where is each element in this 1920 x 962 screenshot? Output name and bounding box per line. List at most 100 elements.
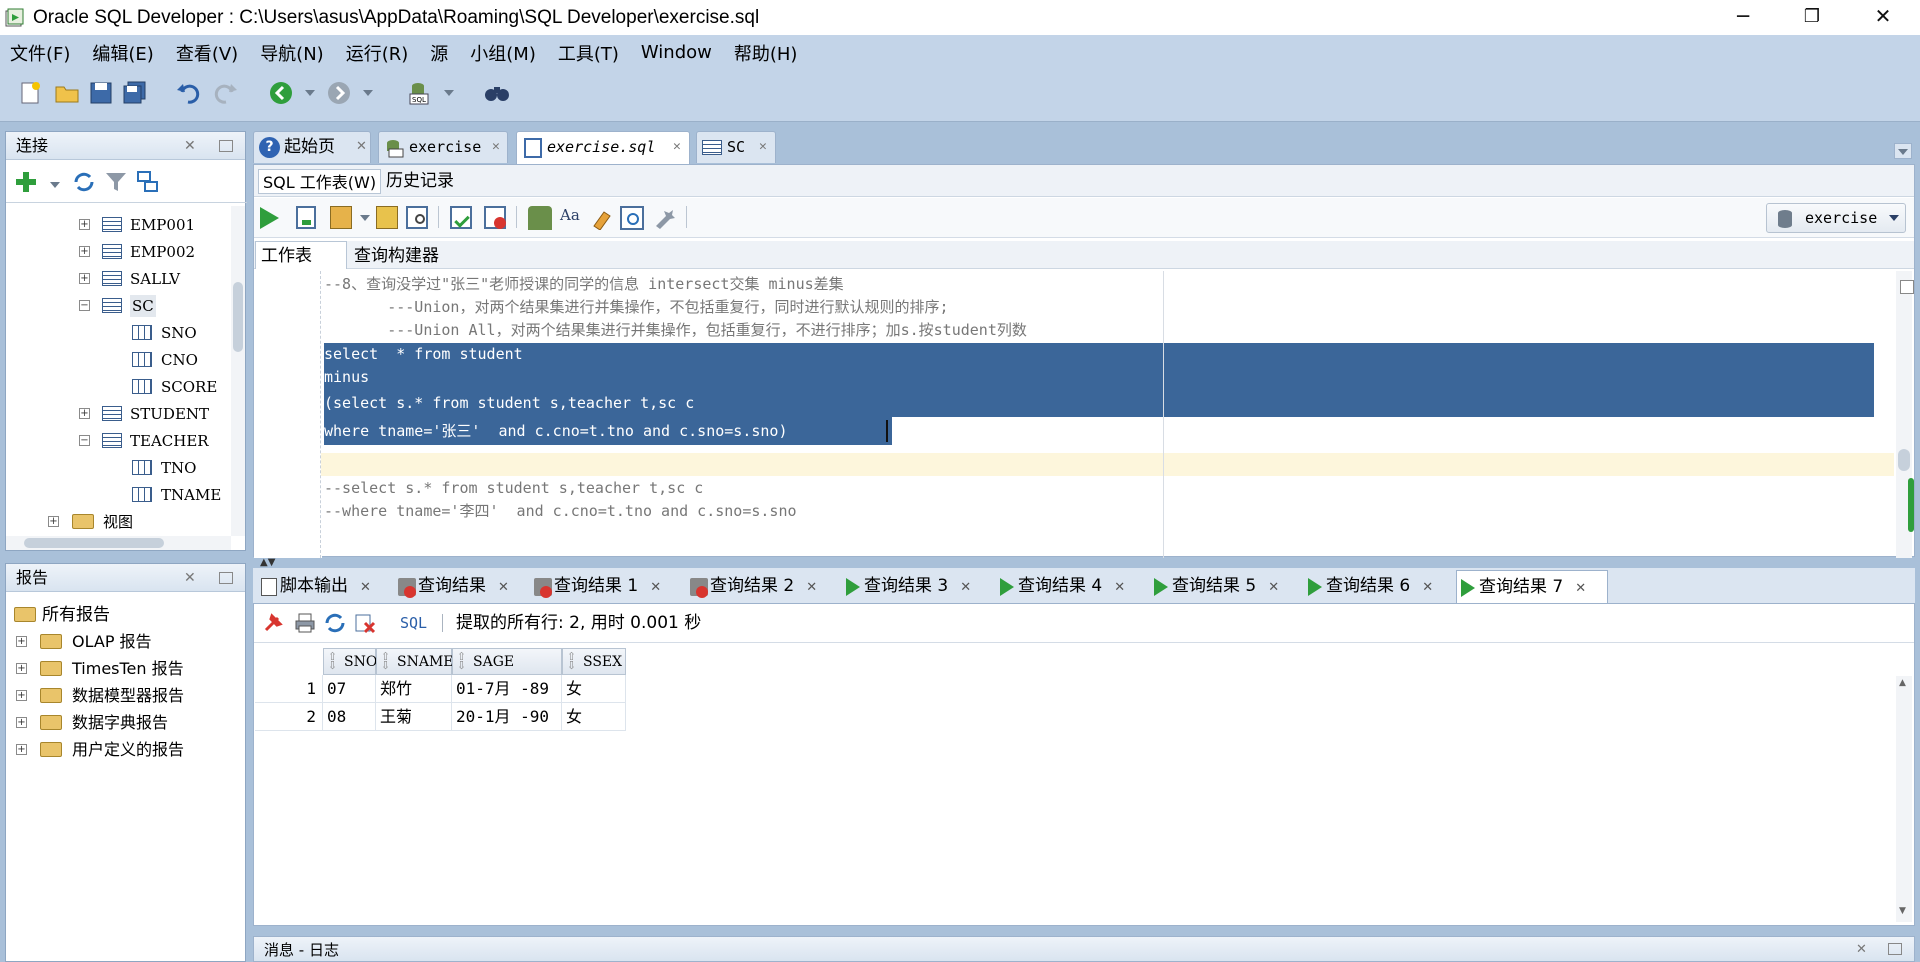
close-button[interactable]: ✕ (1852, 0, 1914, 35)
report-root[interactable]: 所有报告 (6, 604, 245, 626)
tree-node-emp002[interactable]: + EMP002 (6, 241, 230, 263)
sql-link[interactable]: SQL (400, 612, 427, 634)
report-olap[interactable]: + OLAP 报告 (6, 631, 245, 653)
tab-worksheet[interactable]: 工作表 (255, 241, 347, 269)
tree-node-views[interactable]: + 视图 (6, 511, 230, 533)
tree-node-sc-sno[interactable]: SNO (6, 322, 230, 344)
cell-sno[interactable]: 07 (323, 675, 376, 703)
menu-help[interactable]: 帮助(H) (734, 40, 798, 66)
close-tab-icon[interactable]: ✕ (806, 580, 817, 595)
sql-history-icon[interactable] (620, 206, 644, 230)
tree-node-emp001[interactable]: + EMP001 (6, 214, 230, 236)
tree-node-sallv[interactable]: + SALLV (6, 268, 230, 290)
commit-icon[interactable] (450, 206, 472, 229)
report-data-modeler[interactable]: + 数据模型器报告 (6, 685, 245, 707)
manage-tools-icon[interactable] (652, 206, 676, 230)
tree-scroll-thumb[interactable] (233, 282, 243, 352)
pin-icon[interactable] (262, 612, 284, 634)
close-tab-icon[interactable]: ✕ (650, 580, 661, 595)
tab-query-result-4[interactable]: 查询结果 4 ✕ (996, 570, 1125, 603)
connections-minimize-icon[interactable] (219, 140, 233, 152)
close-tab-icon[interactable]: ✕ (1422, 580, 1433, 595)
close-tab-icon[interactable]: ✕ (1114, 580, 1125, 595)
menu-file[interactable]: 文件(F) (10, 40, 70, 66)
tree-horizontal-scrollbar[interactable] (6, 536, 231, 550)
clear-icon[interactable] (590, 206, 614, 231)
tree-node-teacher-tname[interactable]: TNAME (6, 484, 230, 506)
back-icon[interactable] (268, 80, 294, 106)
cell-sage[interactable]: 20-1月 -90 (452, 703, 562, 731)
open-folder-icon[interactable] (54, 80, 80, 106)
tab-query-result-3[interactable]: 查询结果 3 ✕ (842, 570, 971, 603)
menu-run[interactable]: 运行(R) (346, 40, 409, 66)
tab-query-result-2[interactable]: 查询结果 2 ✕ (688, 570, 817, 603)
close-tab-icon[interactable]: ✕ (498, 580, 509, 595)
monitor-sql-icon[interactable] (528, 206, 552, 230)
cancel-query-icon[interactable] (354, 612, 376, 634)
reports-close-icon[interactable]: ✕ (184, 564, 196, 592)
back-dropdown-icon[interactable] (305, 90, 315, 96)
menu-window[interactable]: Window (641, 42, 712, 63)
tab-query-result-6[interactable]: 查询结果 6 ✕ (1304, 570, 1433, 603)
save-icon[interactable] (88, 80, 114, 106)
tab-query-result-7[interactable]: 查询结果 7 ✕ (1456, 570, 1608, 603)
results-vertical-scrollbar[interactable]: ▲ ▼ (1896, 676, 1912, 922)
tab-sc[interactable]: SC ✕ (696, 131, 776, 163)
minimize-button[interactable]: ─ (1712, 0, 1774, 35)
tab-query-builder[interactable]: 查询构建器 (354, 241, 439, 269)
new-file-icon[interactable] (18, 80, 44, 106)
menu-view[interactable]: 查看(V) (176, 40, 238, 66)
refresh-results-icon[interactable] (324, 612, 346, 634)
report-data-dictionary[interactable]: + 数据字典报告 (6, 712, 245, 734)
tab-query-result-5[interactable]: 查询结果 5 ✕ (1150, 570, 1279, 603)
print-icon[interactable] (294, 612, 316, 634)
table-row[interactable]: 2 08 王菊 20-1月 -90 女 (255, 703, 1895, 731)
tab-start-page[interactable]: ? 起始页 ✕ (253, 131, 371, 163)
save-all-icon[interactable] (122, 80, 148, 106)
menu-source[interactable]: 源 (430, 40, 448, 66)
editor-scroll-thumb[interactable] (1898, 449, 1910, 471)
tab-list-dropdown[interactable] (1894, 143, 1912, 159)
close-tab-icon[interactable]: ✕ (1575, 581, 1586, 596)
report-user-defined[interactable]: + 用户定义的报告 (6, 739, 245, 761)
column-header-sname[interactable]: ⇧ ⇩ SNAME (376, 648, 454, 675)
autotrace-icon[interactable] (330, 206, 352, 229)
connections-close-icon[interactable]: ✕ (184, 132, 196, 160)
rollback-icon[interactable] (484, 206, 506, 229)
sql-worksheet-icon[interactable]: SQL (406, 80, 432, 106)
table-row[interactable]: 1 07 郑竹 01-7月 -89 女 (255, 675, 1895, 703)
sql-tuning-icon[interactable] (406, 206, 428, 229)
undo-icon[interactable] (176, 80, 202, 106)
add-connection-icon[interactable] (14, 170, 38, 194)
cell-sno[interactable]: 08 (323, 703, 376, 731)
menu-team[interactable]: 小组(M) (470, 40, 536, 66)
close-tab-icon[interactable]: ✕ (673, 132, 681, 162)
subtab-history[interactable]: 历史记录 (386, 169, 454, 194)
close-tab-icon[interactable]: ✕ (356, 132, 367, 162)
tree-node-teacher-tno[interactable]: TNO (6, 457, 230, 479)
tree-node-sc[interactable]: − SC (6, 295, 230, 317)
run-statement-icon[interactable] (260, 207, 279, 229)
add-connection-dropdown-icon[interactable] (50, 182, 60, 188)
tab-exercise-sql[interactable]: exercise.sql ✕ (516, 131, 690, 164)
menu-tools[interactable]: 工具(T) (558, 40, 619, 66)
splitter-arrows-icon[interactable]: ▲▼ (260, 558, 290, 568)
close-tab-icon[interactable]: ✕ (960, 580, 971, 595)
tree-hscroll-thumb[interactable] (24, 538, 164, 548)
tab-exercise[interactable]: exercise ✕ (378, 131, 508, 163)
close-tab-icon[interactable]: ✕ (1268, 580, 1279, 595)
cell-ssex[interactable]: 女 (562, 703, 626, 731)
close-tab-icon[interactable]: ✕ (492, 132, 500, 162)
menu-navigate[interactable]: 导航(N) (260, 40, 324, 66)
text-case-icon[interactable]: Aa (560, 206, 584, 230)
refresh-icon[interactable] (72, 170, 96, 194)
tree-vertical-scrollbar[interactable] (231, 206, 245, 536)
close-tab-icon[interactable]: ✕ (759, 132, 767, 162)
report-timesten[interactable]: + TimesTen 报告 (6, 658, 245, 680)
tree-node-sc-cno[interactable]: CNO (6, 349, 230, 371)
tab-query-result[interactable]: 查询结果 ✕ (396, 570, 509, 603)
tree-node-teacher[interactable]: − TEACHER (6, 430, 230, 452)
close-tab-icon[interactable]: ✕ (360, 580, 371, 595)
log-close-icon[interactable]: ✕ (1856, 939, 1867, 961)
column-header-ssex[interactable]: ⇧ ⇩ SSEX (562, 648, 626, 675)
